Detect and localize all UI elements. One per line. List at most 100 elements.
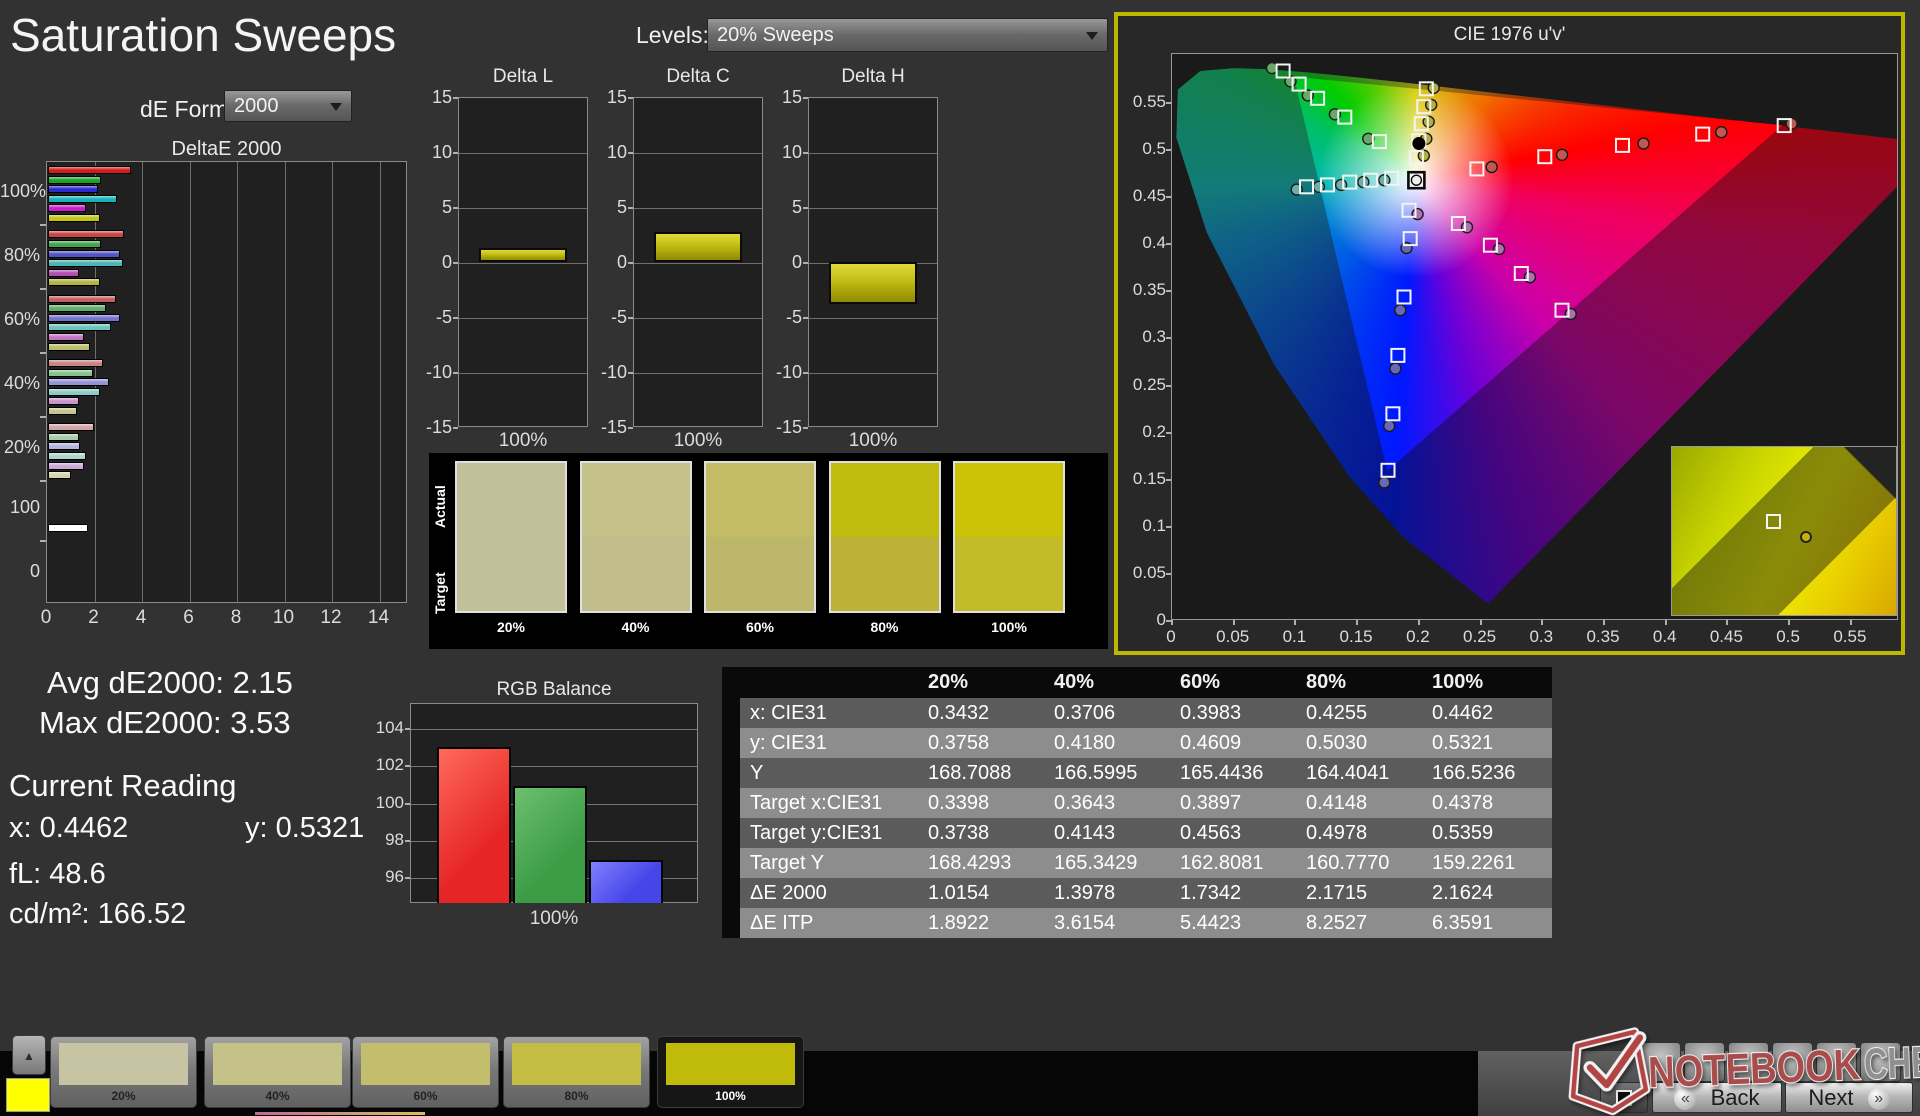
current-reading-point <box>1412 137 1426 150</box>
table-cell: 0.4609 <box>1180 732 1242 754</box>
deltae-bar-40%-cyan <box>48 387 101 396</box>
delta-bar <box>829 262 917 304</box>
deltae-bar-60%-green <box>48 304 107 313</box>
measured-point-red <box>1715 125 1728 139</box>
gridline <box>634 318 762 319</box>
table-cell: 159.2261 <box>1432 852 1516 874</box>
inset-measured-point <box>1799 531 1812 543</box>
cie-xlabel: 0.1 <box>1282 627 1307 646</box>
swatch-label: 80% <box>870 619 899 635</box>
measured-point-magenta <box>1411 207 1424 221</box>
axis-tick <box>1166 290 1171 293</box>
target-point-blue <box>1380 462 1396 478</box>
gridline <box>634 373 762 374</box>
table-cell: 1.8922 <box>928 912 990 934</box>
deltae-bar-80%-blue <box>48 249 121 258</box>
table-row-label: Target x:CIE31 <box>750 792 883 814</box>
cie-ylabel: 0.55 <box>1132 92 1166 111</box>
axis-xlabel: 100% <box>529 908 579 929</box>
gridline <box>332 162 333 602</box>
deltae-bar-40%-magenta <box>48 397 79 406</box>
pattern-tile-20%[interactable]: 20% <box>50 1036 197 1108</box>
deltae-ylabel: 40% <box>3 373 40 393</box>
deltae-bar-80%-cyan <box>48 259 123 268</box>
pattern-tile-strip: ▲ 20% 40% 60% 80% 100% <box>0 1030 900 1116</box>
deltae2000-title: DeltaE 2000 <box>171 138 282 160</box>
tile-label: 40% <box>265 1089 290 1103</box>
measured-point-magenta <box>1492 242 1506 256</box>
table-cell: 0.4148 <box>1306 792 1368 814</box>
axis-tick <box>40 224 46 226</box>
axis-xlabel: 100% <box>498 430 548 451</box>
measured-point-blue <box>1378 476 1391 489</box>
axis-xlabel: 100% <box>673 430 723 451</box>
axis-tick <box>803 372 808 374</box>
tile-swatch <box>213 1043 342 1085</box>
table-cell: 0.3897 <box>1180 792 1242 814</box>
chart-title-delta-c: Delta C <box>666 66 730 87</box>
cie-xlabel: 0.45 <box>1709 627 1743 646</box>
measured-point-magenta <box>1460 221 1474 234</box>
table-row: ΔE ITP 1.8922 3.6154 5.4423 8.2527 6.3591 <box>740 908 1552 938</box>
gridline <box>459 153 587 154</box>
tile-label: 80% <box>564 1089 589 1103</box>
axis-ylabel: 5 <box>441 197 452 217</box>
deltae-bar-100%-magenta <box>48 204 86 213</box>
deltae-ylabel: 80% <box>3 245 40 265</box>
axis-tick <box>1166 384 1171 387</box>
measured-point-magenta <box>1564 307 1577 321</box>
cie-xlabel: 0.4 <box>1652 627 1677 646</box>
deltae-xlabel: 8 <box>230 607 242 628</box>
cie-ylabel: 0.5 <box>1142 139 1166 159</box>
table-header-cell: 100% <box>1432 671 1484 693</box>
pattern-tile-80%[interactable]: 80% <box>503 1036 650 1108</box>
table-cell: 164.4041 <box>1306 762 1390 784</box>
axis-tick <box>453 317 458 319</box>
table-cell: 1.7342 <box>1180 882 1242 904</box>
axis-tick <box>453 152 458 154</box>
table-cell: 0.4462 <box>1432 702 1494 724</box>
axis-tick <box>453 262 458 264</box>
pattern-tile-40%[interactable]: 40% <box>204 1036 351 1108</box>
gridline <box>809 153 937 154</box>
cie-ylabel: 0.2 <box>1142 421 1166 441</box>
table-cell: 0.5030 <box>1306 732 1368 754</box>
table-row-label: Target Y <box>750 852 825 874</box>
swatch-label: 40% <box>621 619 650 635</box>
cie-ylabel: 0.1 <box>1142 515 1166 535</box>
axis-ylabel: -15 <box>600 417 627 437</box>
swatch-actual <box>581 463 690 537</box>
table-cell: 0.3758 <box>928 732 990 754</box>
table-cell: 0.5359 <box>1432 822 1494 844</box>
table-cell: 166.5236 <box>1432 762 1516 784</box>
deltae-bar-100%-red <box>48 166 132 174</box>
axis-ylabel: 15 <box>606 87 627 107</box>
deltae-bar-20%-magenta <box>48 461 84 470</box>
deltae-bar-80%-green <box>48 239 102 248</box>
tile-scroll-up-button[interactable]: ▲ <box>12 1035 46 1075</box>
axis-tick <box>1788 620 1791 625</box>
pattern-tile-100%[interactable]: 100% <box>657 1036 804 1108</box>
gridline <box>809 373 937 374</box>
cie-xlabel: 0.25 <box>1463 627 1497 646</box>
swatch-100% <box>953 461 1065 613</box>
table-cell: 0.5321 <box>1432 732 1494 754</box>
axis-ylabel: -10 <box>775 362 802 382</box>
axis-tick <box>40 540 46 542</box>
axis-tick <box>40 288 46 290</box>
pattern-tile-60%[interactable]: 60% <box>352 1036 499 1108</box>
tile-label: 60% <box>413 1089 438 1103</box>
table-cell: 0.4180 <box>1054 732 1116 754</box>
axis-ylabel: 98 <box>385 829 404 849</box>
cie-ylabel: 0.05 <box>1132 562 1166 582</box>
deltae-ylabel: 100% <box>0 181 47 201</box>
table-cell: 0.4378 <box>1432 792 1494 814</box>
axis-tick <box>1166 525 1171 528</box>
table-cell: 0.3738 <box>928 822 990 844</box>
swatch-panel: Actual Target 20% 40% 60% 80% 100% <box>429 453 1108 649</box>
gridline <box>809 318 937 319</box>
delta-bar <box>479 247 567 262</box>
table-cell: 160.7770 <box>1306 852 1390 874</box>
gridline <box>634 208 762 209</box>
calman-saturation-sweeps-page: Saturation Sweeps dE Formula: 2000 Level… <box>0 0 1920 1116</box>
